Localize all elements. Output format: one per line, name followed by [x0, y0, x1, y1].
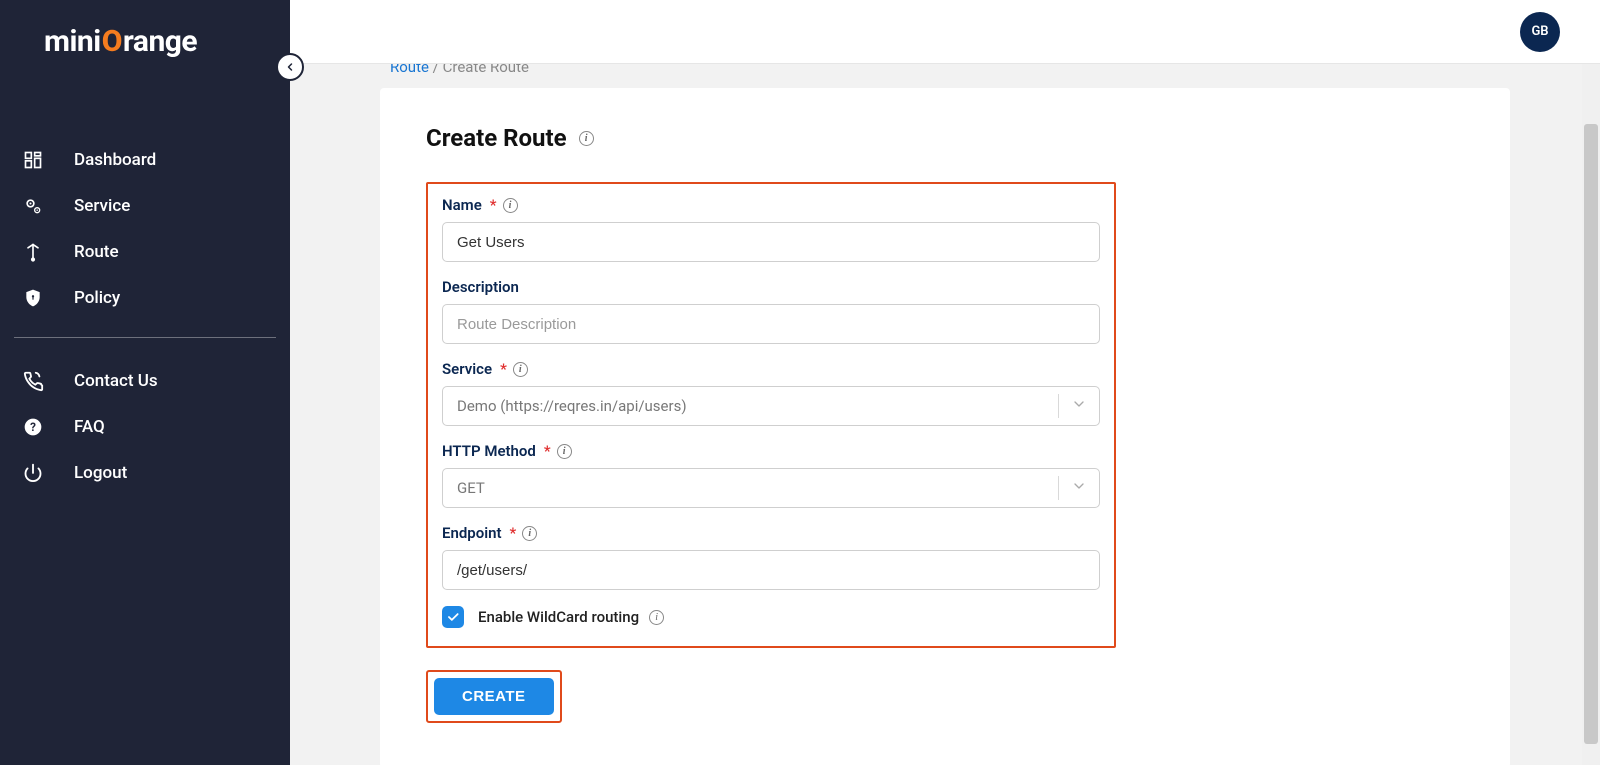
- scrollbar-thumb[interactable]: [1584, 124, 1598, 744]
- info-icon: i: [513, 362, 528, 377]
- sidebar-collapse-button[interactable]: [276, 53, 304, 81]
- select-separator: [1058, 394, 1059, 418]
- scrollbar-track[interactable]: [1582, 64, 1600, 765]
- sidebar-item-label: Contact Us: [74, 371, 158, 391]
- sidebar-divider: [14, 337, 276, 338]
- gears-icon: [22, 195, 44, 217]
- wildcard-row: Enable WildCard routing i: [442, 606, 1100, 628]
- field-name: Name * i: [442, 196, 1100, 262]
- required-asterisk: *: [544, 442, 551, 460]
- breadcrumb-current: Create Route: [443, 64, 529, 76]
- brand-text-1: mini: [44, 24, 101, 59]
- avatar[interactable]: GB: [1520, 12, 1560, 52]
- brand-text-o: O: [102, 24, 122, 59]
- chevron-down-icon: [1071, 396, 1087, 416]
- label-text: HTTP Method: [442, 442, 536, 460]
- required-asterisk: *: [500, 360, 507, 378]
- method-select[interactable]: GET: [442, 468, 1100, 508]
- topbar: GB: [290, 0, 1600, 64]
- label-text: Name: [442, 196, 482, 214]
- name-input[interactable]: [442, 222, 1100, 262]
- phone-icon: [22, 370, 44, 392]
- sidebar: miniOrange Dashboard Service: [0, 0, 290, 765]
- svg-text:?: ?: [30, 420, 36, 434]
- sidebar-item-faq[interactable]: ? FAQ: [0, 404, 290, 450]
- field-label: Name * i: [442, 196, 1100, 214]
- shield-icon: [22, 287, 44, 309]
- form-card: Create Route i Name * i Description: [380, 88, 1510, 765]
- field-label: HTTP Method * i: [442, 442, 1100, 460]
- page-title-text: Create Route: [426, 124, 567, 152]
- field-label: Service * i: [442, 360, 1100, 378]
- primary-nav: Dashboard Service Route Policy: [0, 137, 290, 321]
- form-highlight-box: Name * i Description Service *: [426, 182, 1116, 648]
- wildcard-checkbox[interactable]: [442, 606, 464, 628]
- content-scroll: Route / Create Route Create Route i Name…: [290, 64, 1600, 765]
- label-text: Endpoint: [442, 524, 502, 542]
- sidebar-item-label: Dashboard: [74, 150, 156, 170]
- main-area: GB Route / Create Route Create Route i N…: [290, 0, 1600, 765]
- service-select[interactable]: Demo (https://reqres.in/api/users): [442, 386, 1100, 426]
- avatar-initials: GB: [1531, 24, 1548, 39]
- breadcrumb-root[interactable]: Route: [390, 64, 429, 76]
- dashboard-icon: [22, 149, 44, 171]
- route-icon: [22, 241, 44, 263]
- sidebar-item-contact[interactable]: Contact Us: [0, 358, 290, 404]
- info-icon: i: [522, 526, 537, 541]
- field-endpoint: Endpoint * i: [442, 524, 1100, 590]
- sidebar-item-service[interactable]: Service: [0, 183, 290, 229]
- info-icon: i: [557, 444, 572, 459]
- brand-logo: miniOrange: [0, 12, 290, 87]
- question-icon: ?: [22, 416, 44, 438]
- wildcard-label: Enable WildCard routing i: [478, 608, 664, 626]
- sidebar-item-label: Service: [74, 196, 130, 216]
- sidebar-item-label: Policy: [74, 288, 120, 308]
- breadcrumb-separator: /: [433, 64, 439, 76]
- check-icon: [446, 610, 460, 624]
- field-label: Description: [442, 278, 1100, 296]
- endpoint-input[interactable]: [442, 550, 1100, 590]
- sidebar-item-route[interactable]: Route: [0, 229, 290, 275]
- sidebar-item-label: FAQ: [74, 417, 105, 437]
- required-asterisk: *: [490, 196, 497, 214]
- field-service: Service * i Demo (https://reqres.in/api/u…: [442, 360, 1100, 426]
- select-separator: [1058, 476, 1059, 500]
- label-text: Service: [442, 360, 492, 378]
- sidebar-item-label: Logout: [74, 463, 127, 483]
- brand-text-2: range: [123, 24, 197, 59]
- field-method: HTTP Method * i GET: [442, 442, 1100, 508]
- page-title: Create Route i: [426, 124, 1464, 152]
- description-input[interactable]: [442, 304, 1100, 344]
- info-icon: i: [503, 198, 518, 213]
- field-description: Description: [442, 278, 1100, 344]
- breadcrumb: Route / Create Route: [290, 64, 1600, 76]
- sidebar-item-logout[interactable]: Logout: [0, 450, 290, 496]
- chevron-down-icon: [1071, 478, 1087, 498]
- required-asterisk: *: [510, 524, 517, 542]
- info-icon: i: [579, 131, 594, 146]
- select-value: Demo (https://reqres.in/api/users): [457, 397, 687, 415]
- power-icon: [22, 462, 44, 484]
- create-button-highlight: CREATE: [426, 670, 562, 723]
- label-text: Enable WildCard routing: [478, 608, 639, 626]
- label-text: Description: [442, 278, 519, 296]
- sidebar-item-policy[interactable]: Policy: [0, 275, 290, 321]
- create-button[interactable]: CREATE: [434, 678, 554, 715]
- select-value: GET: [457, 479, 485, 497]
- app-root: miniOrange Dashboard Service: [0, 0, 1600, 765]
- sidebar-item-label: Route: [74, 242, 119, 262]
- sidebar-item-dashboard[interactable]: Dashboard: [0, 137, 290, 183]
- secondary-nav: Contact Us ? FAQ Logout: [0, 358, 290, 496]
- field-label: Endpoint * i: [442, 524, 1100, 542]
- chevron-left-icon: [284, 61, 296, 73]
- info-icon: i: [649, 610, 664, 625]
